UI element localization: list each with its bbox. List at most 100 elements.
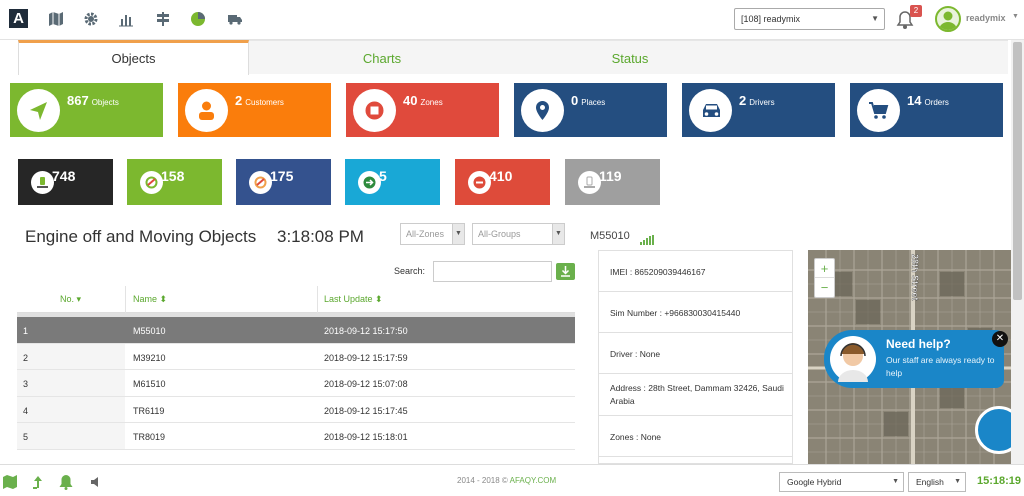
- account-select[interactable]: [108] readymix ▼: [734, 8, 885, 30]
- status-stopped[interactable]: 410: [455, 159, 550, 205]
- card-customers[interactable]: 2 Customers: [178, 83, 331, 137]
- pie-chart-icon[interactable]: [190, 11, 206, 27]
- avatar[interactable]: [935, 6, 961, 32]
- column-no[interactable]: No. ▾: [60, 294, 81, 305]
- notification-badge: 2: [910, 5, 922, 17]
- map-icon[interactable]: [48, 11, 64, 27]
- status-value: 748: [52, 168, 76, 184]
- engine-off-icon: [31, 171, 54, 194]
- street-label: 28th Street: [910, 254, 920, 301]
- table-header: No. ▾ Name ⬍ Last Update ⬍: [17, 286, 575, 313]
- card-value: 40: [403, 93, 418, 108]
- upload-arrow-icon[interactable]: [30, 474, 46, 490]
- card-zones[interactable]: 40 Zones: [346, 83, 499, 137]
- chevron-down-icon: ▼: [871, 14, 879, 23]
- card-value: 0: [571, 93, 579, 108]
- help-title: Need help?: [886, 337, 951, 351]
- username[interactable]: readymix: [966, 13, 1006, 23]
- tab-bar: Objects Charts Status: [18, 40, 1008, 75]
- download-icon: [561, 266, 570, 277]
- status-value: 158: [161, 168, 185, 184]
- help-widget[interactable]: Need help? Our staff are always ready to…: [824, 330, 1004, 388]
- column-last-update[interactable]: Last Update ⬍: [324, 294, 383, 305]
- arrow-icon: [358, 171, 381, 194]
- card-drivers[interactable]: 2 Drivers: [682, 83, 835, 137]
- moving-icon: [140, 171, 163, 194]
- object-info-panel: IMEI : 865209039446167 Sim Number : +966…: [598, 250, 793, 464]
- chevron-down-icon: ▼: [892, 478, 899, 485]
- chevron-down-icon: ▼: [954, 478, 961, 485]
- table-row[interactable]: 5 TR8019 2018-09-12 15:18:01: [17, 423, 575, 450]
- person-icon: [185, 89, 228, 132]
- clock: 15:18:19: [977, 475, 1022, 487]
- afaqy-logo[interactable]: A: [9, 9, 28, 28]
- section-title: Engine off and Moving Objects: [25, 227, 257, 246]
- sim-field: Sim Number : +966830030415440: [599, 292, 792, 333]
- offline-icon: [578, 171, 601, 194]
- language-select[interactable]: English ▼: [908, 472, 966, 492]
- idle-icon: [249, 171, 272, 194]
- status-towing[interactable]: 5: [345, 159, 440, 205]
- truck-icon[interactable]: [227, 11, 243, 27]
- table-row[interactable]: 3 M61510 2018-09-12 15:07:08: [17, 370, 575, 397]
- table-row[interactable]: 2 M39210 2018-09-12 15:17:59: [17, 343, 575, 370]
- card-label: Drivers: [749, 98, 775, 107]
- status-value: 5: [379, 168, 387, 184]
- signal-icon: [640, 232, 654, 250]
- status-value: 410: [489, 168, 513, 184]
- chevron-down-icon[interactable]: ▼: [1012, 13, 1019, 20]
- chevron-down-icon: ▼: [552, 224, 564, 244]
- card-label: Places: [581, 98, 606, 107]
- address-field: Address : 28th Street, Dammam 32426, Sau…: [599, 374, 792, 416]
- column-name[interactable]: Name ⬍: [133, 294, 167, 305]
- card-value: 2: [235, 93, 243, 108]
- status-offline[interactable]: 119: [565, 159, 660, 205]
- navigation-arrow-icon: [17, 89, 60, 132]
- tab-objects[interactable]: Objects: [18, 40, 249, 75]
- zoom-in-button[interactable]: +: [815, 259, 834, 278]
- help-text: Our staff are always ready to help: [886, 355, 995, 378]
- gear-icon[interactable]: [83, 11, 99, 27]
- copyright: 2014 - 2018 © AFAQY.COM: [457, 476, 557, 485]
- card-value: 867: [67, 93, 89, 108]
- tab-charts[interactable]: Charts: [249, 40, 515, 74]
- selected-object-name: M55010: [590, 230, 630, 242]
- speaker-icon[interactable]: [89, 474, 105, 490]
- search-input[interactable]: [433, 261, 552, 282]
- zoom-out-button[interactable]: −: [815, 278, 834, 297]
- tab-status[interactable]: Status: [515, 40, 745, 74]
- status-value: 119: [599, 168, 622, 184]
- close-icon[interactable]: ✕: [992, 331, 1008, 347]
- card-objects[interactable]: 867 Objects: [10, 83, 163, 137]
- driver-field: Driver : None: [599, 333, 792, 374]
- card-places[interactable]: 0 Places: [514, 83, 667, 137]
- status-engine-off[interactable]: 748: [18, 159, 113, 205]
- card-label: Zones: [420, 98, 443, 107]
- bar-chart-icon[interactable]: [118, 11, 134, 27]
- footer: 2014 - 2018 © AFAQY.COM Google Hybrid ▼ E…: [0, 464, 1024, 496]
- zones-filter[interactable]: All-Zones ▼: [400, 223, 465, 245]
- groups-filter[interactable]: All-Groups ▼: [472, 223, 565, 245]
- imei-field: IMEI : 865209039446167: [599, 251, 792, 292]
- stop-circle-icon: [353, 89, 396, 132]
- card-label: Customers: [245, 98, 284, 107]
- map-type-select[interactable]: Google Hybrid ▼: [779, 472, 904, 492]
- afaqy-link[interactable]: AFAQY.COM: [510, 476, 557, 485]
- cart-icon: [857, 89, 900, 132]
- status-moving[interactable]: 158: [127, 159, 222, 205]
- objects-table: No. ▾ Name ⬍ Last Update ⬍ 1 M55010 2018-0…: [17, 286, 575, 450]
- scrollbar[interactable]: [1011, 40, 1024, 464]
- support-agent-avatar: [830, 336, 876, 382]
- download-button[interactable]: [556, 263, 575, 280]
- scrollbar-thumb[interactable]: [1013, 42, 1022, 300]
- top-bar: A [108] readymix ▼ 2 readymix ▼: [0, 0, 1024, 40]
- table-row[interactable]: 1 M55010 2018-09-12 15:17:50: [17, 317, 575, 344]
- table-row[interactable]: 4 TR6119 2018-09-12 15:17:45: [17, 396, 575, 423]
- card-orders[interactable]: 14 Orders: [850, 83, 1003, 137]
- no-entry-icon: [468, 171, 491, 194]
- zones-field: Zones : None: [599, 416, 792, 457]
- map-icon[interactable]: [2, 474, 18, 490]
- bell-icon[interactable]: [58, 474, 74, 490]
- road-sign-icon[interactable]: [155, 11, 171, 27]
- status-idle[interactable]: 175: [236, 159, 331, 205]
